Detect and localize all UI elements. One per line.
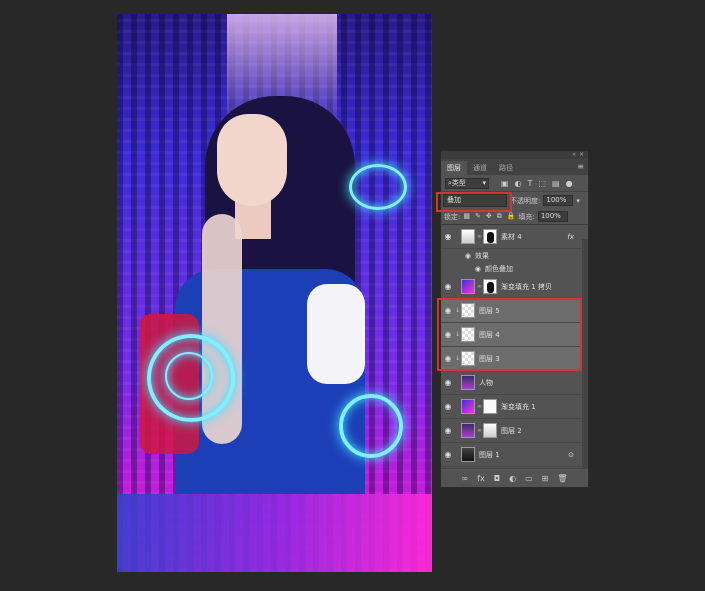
- visibility-eye-icon[interactable]: ◉: [441, 252, 475, 260]
- type-filter-icon[interactable]: T: [528, 179, 533, 188]
- layer-thumbnail: [461, 447, 475, 462]
- pixel-filter-icon[interactable]: ▣: [501, 179, 509, 188]
- floor-gradient: [117, 494, 432, 572]
- layer-thumbnail: [461, 279, 475, 294]
- filter-toggle-icon[interactable]: ●: [566, 179, 573, 188]
- layer-name[interactable]: 图层 2: [501, 426, 522, 436]
- smart-object-filter-icon[interactable]: ▤: [552, 179, 560, 188]
- layer-row[interactable]: ◉ 人物: [441, 371, 588, 395]
- lock-label: 锁定:: [444, 212, 461, 221]
- tab-paths[interactable]: 路径: [493, 161, 519, 175]
- hologram-ring-left-inner: [165, 352, 213, 400]
- effect-name: 颜色叠加: [485, 264, 513, 273]
- filter-row: ⌕ 类型 ▾ ▣ ◐ T ⬚ ▤ ●: [441, 175, 588, 192]
- layer-thumbnail: [461, 229, 475, 244]
- collapse-icon[interactable]: «: [572, 151, 576, 159]
- panel-footer: ∞ fx ◘ ◐ ▭ ⊞ 🗑: [441, 468, 588, 487]
- layer-name[interactable]: 人物: [479, 378, 493, 388]
- lock-artboard-icon[interactable]: ⧉: [497, 212, 502, 221]
- layer-name[interactable]: 渐变填充 1 拷贝: [501, 282, 552, 292]
- layer-thumbnail: [461, 375, 475, 390]
- panel-titlebar: « ×: [441, 151, 588, 159]
- lock-icons: ▦ ✎ ✥ ⧉ 🔒: [463, 212, 515, 221]
- panel-scrollbar[interactable]: [582, 239, 588, 469]
- smart-object-icon: ⊙: [568, 450, 574, 459]
- artwork-canvas: [117, 14, 432, 572]
- delete-layer-icon[interactable]: 🗑: [557, 474, 567, 483]
- blend-mode-highlight-box: [436, 192, 512, 212]
- visibility-eye-icon[interactable]: ◉: [441, 232, 455, 241]
- opacity-label: 不透明度:: [510, 196, 541, 205]
- close-panel-icon[interactable]: ×: [579, 151, 584, 159]
- lock-transparent-icon[interactable]: ▦: [463, 212, 470, 221]
- panel-tabs: 图层 通道 路径 ≡: [441, 159, 588, 175]
- shirt-sleeve: [307, 284, 365, 384]
- effects-label: 效果: [475, 251, 489, 260]
- fill-input[interactable]: 100%: [537, 211, 568, 222]
- layer-mask-thumbnail: [483, 399, 497, 414]
- new-group-icon[interactable]: ▭: [525, 474, 533, 483]
- tab-layers[interactable]: 图层: [441, 161, 467, 175]
- layer-thumbnail: [461, 399, 475, 414]
- new-adjustment-icon[interactable]: ◐: [509, 474, 516, 483]
- opacity-input[interactable]: 100%: [543, 195, 574, 206]
- visibility-eye-icon[interactable]: ◉: [441, 426, 455, 435]
- fill-label: 填充:: [518, 212, 535, 221]
- chevron-down-icon: ▾: [482, 179, 486, 187]
- layer-row[interactable]: ◉ ∞ 图层 2: [441, 419, 588, 443]
- effect-item-row[interactable]: ◉ 颜色叠加: [441, 262, 588, 275]
- visibility-eye-icon[interactable]: ◉: [441, 282, 455, 291]
- layer-name[interactable]: 图层 1: [479, 450, 500, 460]
- layer-mask-thumbnail: [483, 229, 497, 244]
- layer-row[interactable]: ◉ 图层 1 ⊙: [441, 443, 588, 467]
- hologram-ring-right: [339, 394, 403, 458]
- effects-row[interactable]: ◉ 效果: [441, 249, 588, 262]
- lock-all-icon[interactable]: 🔒: [507, 212, 516, 221]
- new-layer-icon[interactable]: ⊞: [542, 474, 549, 483]
- visibility-eye-icon[interactable]: ◉: [441, 265, 485, 273]
- chevron-down-icon[interactable]: ▾: [576, 197, 580, 205]
- adjustment-filter-icon[interactable]: ◐: [515, 179, 522, 188]
- filter-kind-select[interactable]: ⌕ 类型 ▾: [445, 177, 489, 189]
- layer-row[interactable]: ◉ ∞ 渐变填充 1 拷贝: [441, 275, 588, 299]
- add-mask-icon[interactable]: ◘: [494, 474, 500, 483]
- layer-row[interactable]: ◉ ∞ 渐变填充 1: [441, 395, 588, 419]
- shape-filter-icon[interactable]: ⬚: [538, 179, 546, 188]
- layer-mask-thumbnail: [483, 279, 497, 294]
- hologram-disc-top: [349, 164, 407, 210]
- lock-position-icon[interactable]: ✥: [486, 212, 492, 221]
- layer-mask-thumbnail: [483, 423, 497, 438]
- visibility-eye-icon[interactable]: ◉: [441, 378, 455, 387]
- layer-name[interactable]: 渐变填充 1: [501, 402, 536, 412]
- panel-menu-icon[interactable]: ≡: [577, 162, 584, 171]
- filter-icons: ▣ ◐ T ⬚ ▤ ●: [501, 179, 573, 188]
- layer-thumbnail: [461, 423, 475, 438]
- add-style-icon[interactable]: fx: [477, 474, 485, 483]
- fx-icon[interactable]: fx: [567, 233, 574, 241]
- model-face: [217, 114, 287, 206]
- tab-channels[interactable]: 通道: [467, 161, 493, 175]
- filter-kind-value: 类型: [451, 179, 466, 187]
- lock-brush-icon[interactable]: ✎: [475, 212, 481, 221]
- layers-highlight-box: [437, 298, 582, 371]
- layer-name[interactable]: 素材 4: [501, 232, 522, 242]
- visibility-eye-icon[interactable]: ◉: [441, 450, 455, 459]
- visibility-eye-icon[interactable]: ◉: [441, 402, 455, 411]
- link-layers-icon[interactable]: ∞: [462, 474, 469, 483]
- layer-row[interactable]: ◉ ∞ 素材 4 fx: [441, 225, 588, 249]
